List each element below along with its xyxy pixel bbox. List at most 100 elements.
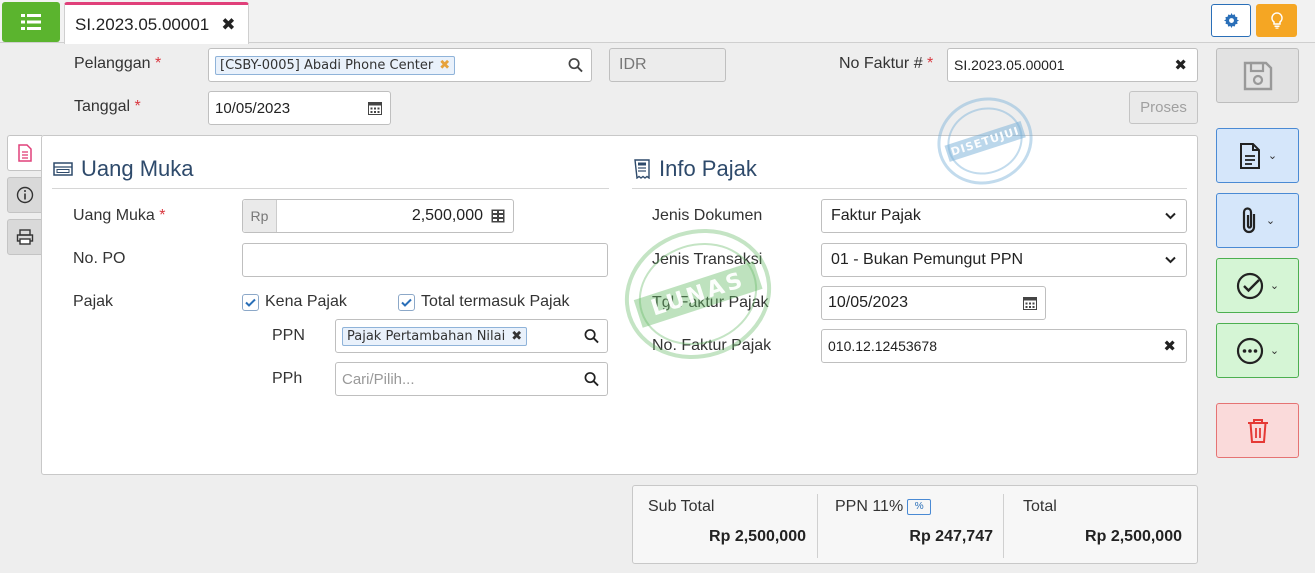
tax-info-title: Info Pajak	[633, 156, 757, 182]
tax-no-label: No. Faktur Pajak	[652, 337, 772, 354]
search-icon[interactable]	[584, 372, 599, 387]
down-payment-title: Uang Muka	[53, 156, 194, 182]
tab-document[interactable]	[7, 135, 42, 171]
tab-invoice[interactable]: SI.2023.05.00001 ✖	[64, 2, 249, 44]
divider	[1003, 494, 1004, 558]
tax-no-value: 010.12.12453678	[828, 338, 937, 354]
pph-placeholder: Cari/Pilih...	[342, 370, 415, 388]
document-icon	[1239, 142, 1260, 169]
top-bar: SI.2023.05.00001 ✖	[0, 0, 1315, 44]
approve-button[interactable]: ⌄	[1216, 258, 1299, 313]
delete-button[interactable]	[1216, 403, 1299, 458]
totals-panel: Sub Total Rp 2,500,000 PPN 11%% Rp 247,7…	[632, 485, 1198, 564]
checkbox-checked-icon	[242, 293, 259, 311]
customer-tag: [CSBY-0005] Abadi Phone Center ✖	[215, 55, 456, 75]
paperclip-icon	[1242, 206, 1255, 233]
search-icon[interactable]	[568, 58, 583, 73]
pph-select[interactable]: Cari/Pilih...	[335, 362, 608, 396]
checkbox-checked-icon	[398, 293, 415, 311]
tax-receipt-icon	[634, 159, 650, 179]
divider	[52, 188, 609, 189]
clear-icon[interactable]: ✖	[1163, 337, 1176, 355]
invoice-no-value: SI.2023.05.00001	[954, 57, 1065, 73]
tax-no-input[interactable]: 010.12.12453678 ✖	[821, 329, 1187, 363]
taxable-checkbox[interactable]: Kena Pajak	[242, 293, 347, 311]
tax-date-input[interactable]: 10/05/2023	[821, 286, 1046, 320]
date-value: 10/05/2023	[215, 99, 291, 117]
calculator-icon[interactable]	[491, 209, 505, 223]
remove-customer-icon[interactable]: ✖	[439, 58, 450, 73]
trans-type-select[interactable]: 01 - Bukan Pemungut PPN	[821, 243, 1187, 277]
chevron-down-icon: ⌄	[1265, 215, 1276, 227]
po-label: No. PO	[73, 250, 126, 267]
date-input[interactable]: 10/05/2023	[208, 91, 391, 125]
more-circle-icon	[1236, 337, 1263, 364]
total-value: Rp 2,500,000	[1085, 528, 1182, 545]
lightbulb-icon	[1270, 12, 1283, 29]
approved-stamp: DISETUJUI	[926, 85, 1044, 197]
subtotal-label: Sub Total	[648, 498, 715, 515]
settings-button[interactable]	[1211, 4, 1251, 37]
check-circle-icon	[1236, 272, 1263, 299]
po-input[interactable]	[242, 243, 608, 277]
ppn-select[interactable]: Pajak Pertambahan Nilai ✖	[335, 319, 608, 353]
more-actions-button[interactable]: ⌄	[1216, 323, 1299, 378]
tab-info[interactable]	[7, 177, 42, 213]
ppn-label: PPN	[272, 327, 305, 344]
tax-date-value: 10/05/2023	[828, 294, 909, 311]
invoice-no-label: No Faktur # *	[839, 55, 934, 72]
list-icon	[21, 14, 41, 30]
printer-icon	[16, 229, 33, 245]
process-button[interactable]: Proses	[1129, 91, 1198, 124]
search-icon[interactable]	[584, 329, 599, 344]
remove-ppn-icon[interactable]: ✖	[511, 329, 522, 344]
calendar-icon[interactable]	[368, 101, 382, 115]
attachment-button[interactable]: ⌄	[1216, 193, 1299, 248]
currency-field: IDR	[609, 48, 726, 82]
trash-icon	[1247, 418, 1268, 443]
tax-included-checkbox[interactable]: Total termasuk Pajak	[398, 293, 570, 311]
doc-type-label: Jenis Dokumen	[652, 207, 763, 224]
chevron-down-icon	[1165, 212, 1176, 220]
divider	[817, 494, 818, 558]
tab-title: SI.2023.05.00001	[75, 14, 210, 34]
amount-value: 2,500,000	[411, 207, 483, 224]
ppn-total-label: PPN 11%%	[835, 498, 932, 516]
tips-button[interactable]	[1256, 4, 1297, 37]
pph-label: PPh	[272, 370, 303, 387]
chevron-down-icon	[1165, 256, 1176, 264]
percent-badge[interactable]: %	[907, 498, 932, 515]
trans-type-value: 01 - Bukan Pemungut PPN	[831, 251, 1024, 268]
currency-prefix: Rp	[243, 200, 277, 232]
total-label: Total	[1023, 498, 1057, 515]
document-icon	[18, 144, 32, 162]
menu-button[interactable]	[2, 2, 60, 42]
amount-label: Uang Muka *	[73, 207, 166, 224]
clear-icon[interactable]: ✖	[1174, 56, 1187, 74]
tab-print[interactable]	[7, 219, 42, 255]
customer-label: Pelanggan *	[74, 55, 162, 72]
chevron-down-icon: ⌄	[1269, 345, 1280, 357]
tax-label: Pajak	[73, 293, 114, 310]
invoice-no-input[interactable]: SI.2023.05.00001 ✖	[947, 48, 1198, 82]
tax-date-label: Tgl Faktur Pajak	[652, 294, 769, 311]
floppy-disk-icon	[1243, 61, 1272, 90]
chevron-down-icon: ⌄	[1269, 280, 1280, 292]
gear-icon	[1223, 13, 1239, 28]
close-icon[interactable]: ✖	[221, 15, 235, 35]
subtotal-value: Rp 2,500,000	[709, 528, 806, 545]
ppn-tag: Pajak Pertambahan Nilai ✖	[342, 326, 528, 346]
doc-type-select[interactable]: Faktur Pajak	[821, 199, 1187, 233]
customer-select[interactable]: [CSBY-0005] Abadi Phone Center ✖	[208, 48, 592, 82]
save-button[interactable]	[1216, 48, 1299, 103]
divider	[632, 188, 1187, 189]
info-icon	[16, 186, 33, 204]
money-icon	[53, 162, 73, 176]
doc-type-value: Faktur Pajak	[831, 207, 921, 224]
calendar-icon[interactable]	[1023, 296, 1037, 310]
ppn-total-value: Rp 247,747	[909, 528, 993, 545]
date-label: Tanggal *	[74, 98, 141, 115]
amount-input[interactable]: Rp 2,500,000	[242, 199, 514, 233]
document-actions-button[interactable]: ⌄	[1216, 128, 1299, 183]
trans-type-label: Jenis Transaksi	[652, 251, 763, 268]
